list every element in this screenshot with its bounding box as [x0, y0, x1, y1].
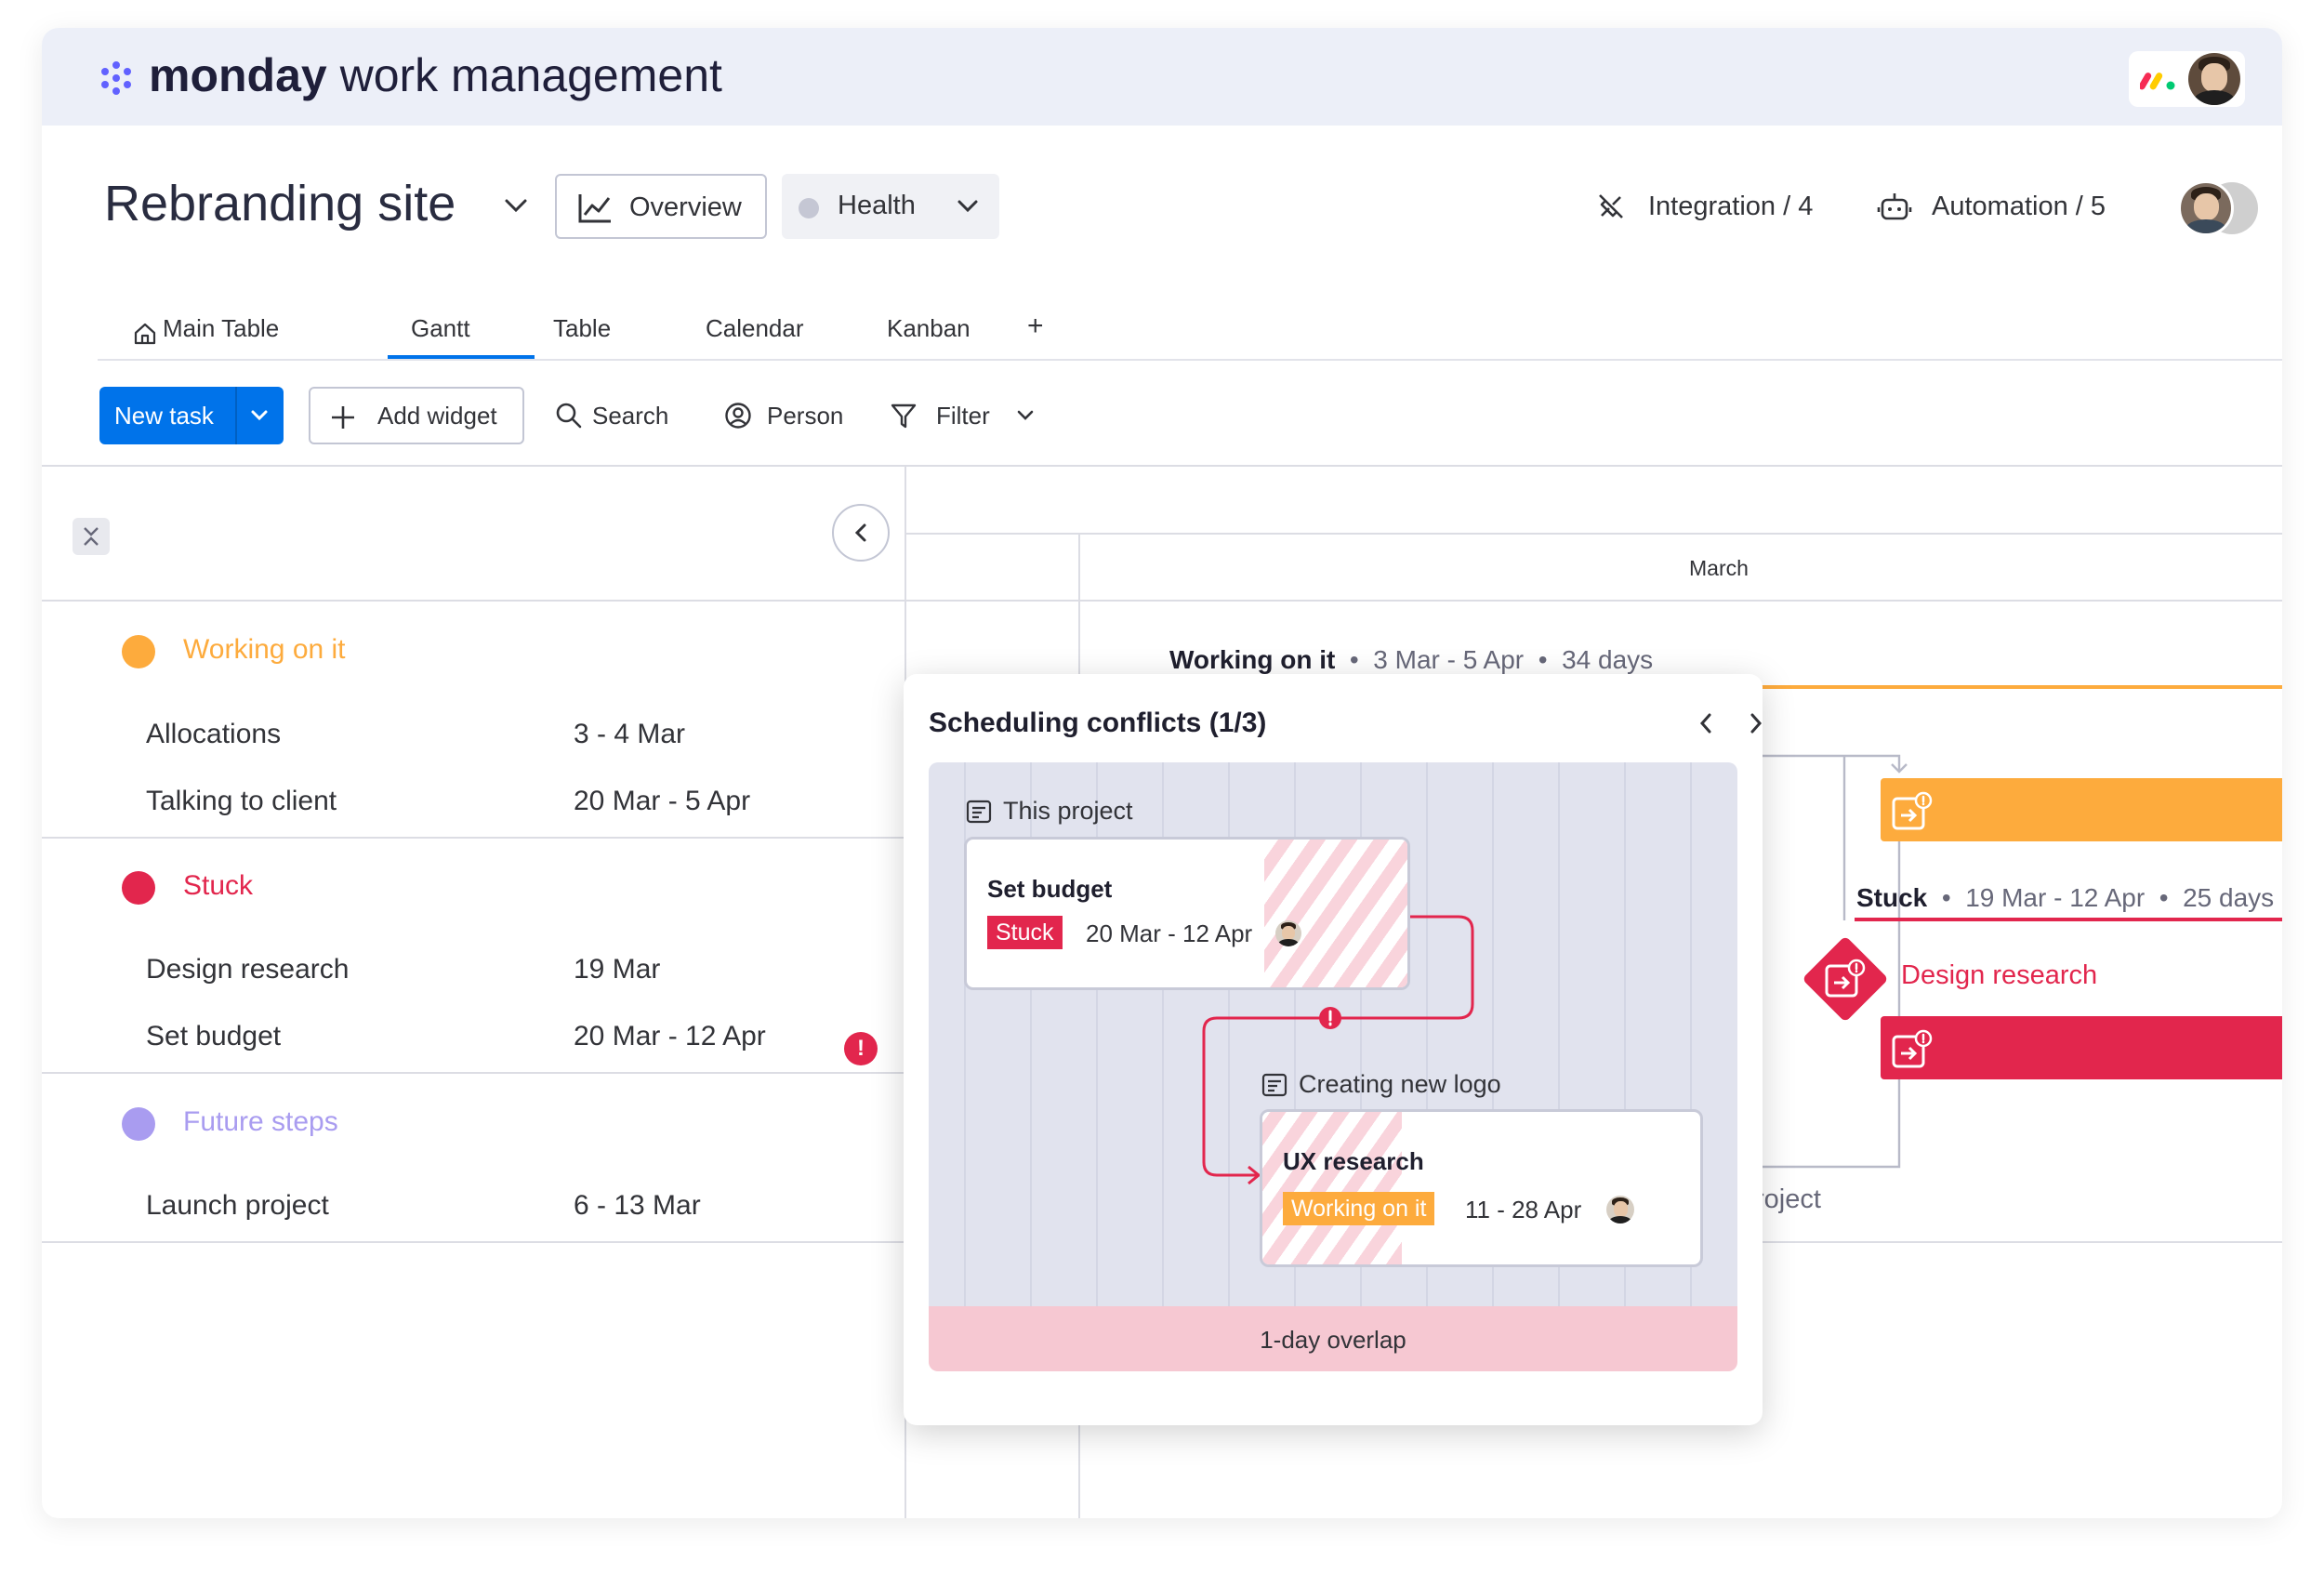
- chevron-left-icon[interactable]: [1696, 711, 1716, 735]
- card-task-name: UX research: [1283, 1147, 1424, 1175]
- group-timeline-stuck: [1855, 918, 2282, 921]
- task-bar-set-budget[interactable]: [1881, 1016, 2282, 1079]
- popup-title: Scheduling conflicts (1/3): [929, 708, 1267, 738]
- overlap-summary: 1-day overlap: [929, 1306, 1737, 1371]
- milestone-label: Design research: [1901, 960, 2098, 990]
- conflict-preview: This project Set budget Stuck 20 Mar - 1…: [929, 762, 1737, 1306]
- board-icon: [1261, 1073, 1287, 1097]
- chevron-right-icon[interactable]: [1746, 711, 1766, 735]
- card-task-date: 11 - 28 Apr: [1465, 1196, 1582, 1223]
- section-other-project: Creating new logo: [1299, 1070, 1501, 1098]
- group-summary-stuck: Stuck • 19 Mar - 12 Apr • 25 days: [1856, 883, 2275, 912]
- dependency-conflict-icon: [1825, 959, 1866, 998]
- conflict-card-ux-research[interactable]: UX research Working on it 11 - 28 Apr: [1260, 1109, 1703, 1267]
- scheduling-conflicts-popup: Scheduling conflicts (1/3) This project …: [904, 674, 1763, 1425]
- dependency-conflict-icon: [1892, 791, 1933, 830]
- timeline-project-label: roject: [1755, 1184, 1821, 1214]
- status-badge: Working on it: [1283, 1192, 1435, 1225]
- overlap-stripes: [1262, 1112, 1402, 1264]
- app-window: monday work management Rebranding site O…: [42, 28, 2282, 1518]
- overlap-label: 1-day overlap: [1260, 1326, 1406, 1354]
- task-bar-allocations[interactable]: [1881, 778, 2282, 841]
- dependency-conflict-icon: [1892, 1029, 1933, 1068]
- assignee-avatar: [1606, 1196, 1634, 1223]
